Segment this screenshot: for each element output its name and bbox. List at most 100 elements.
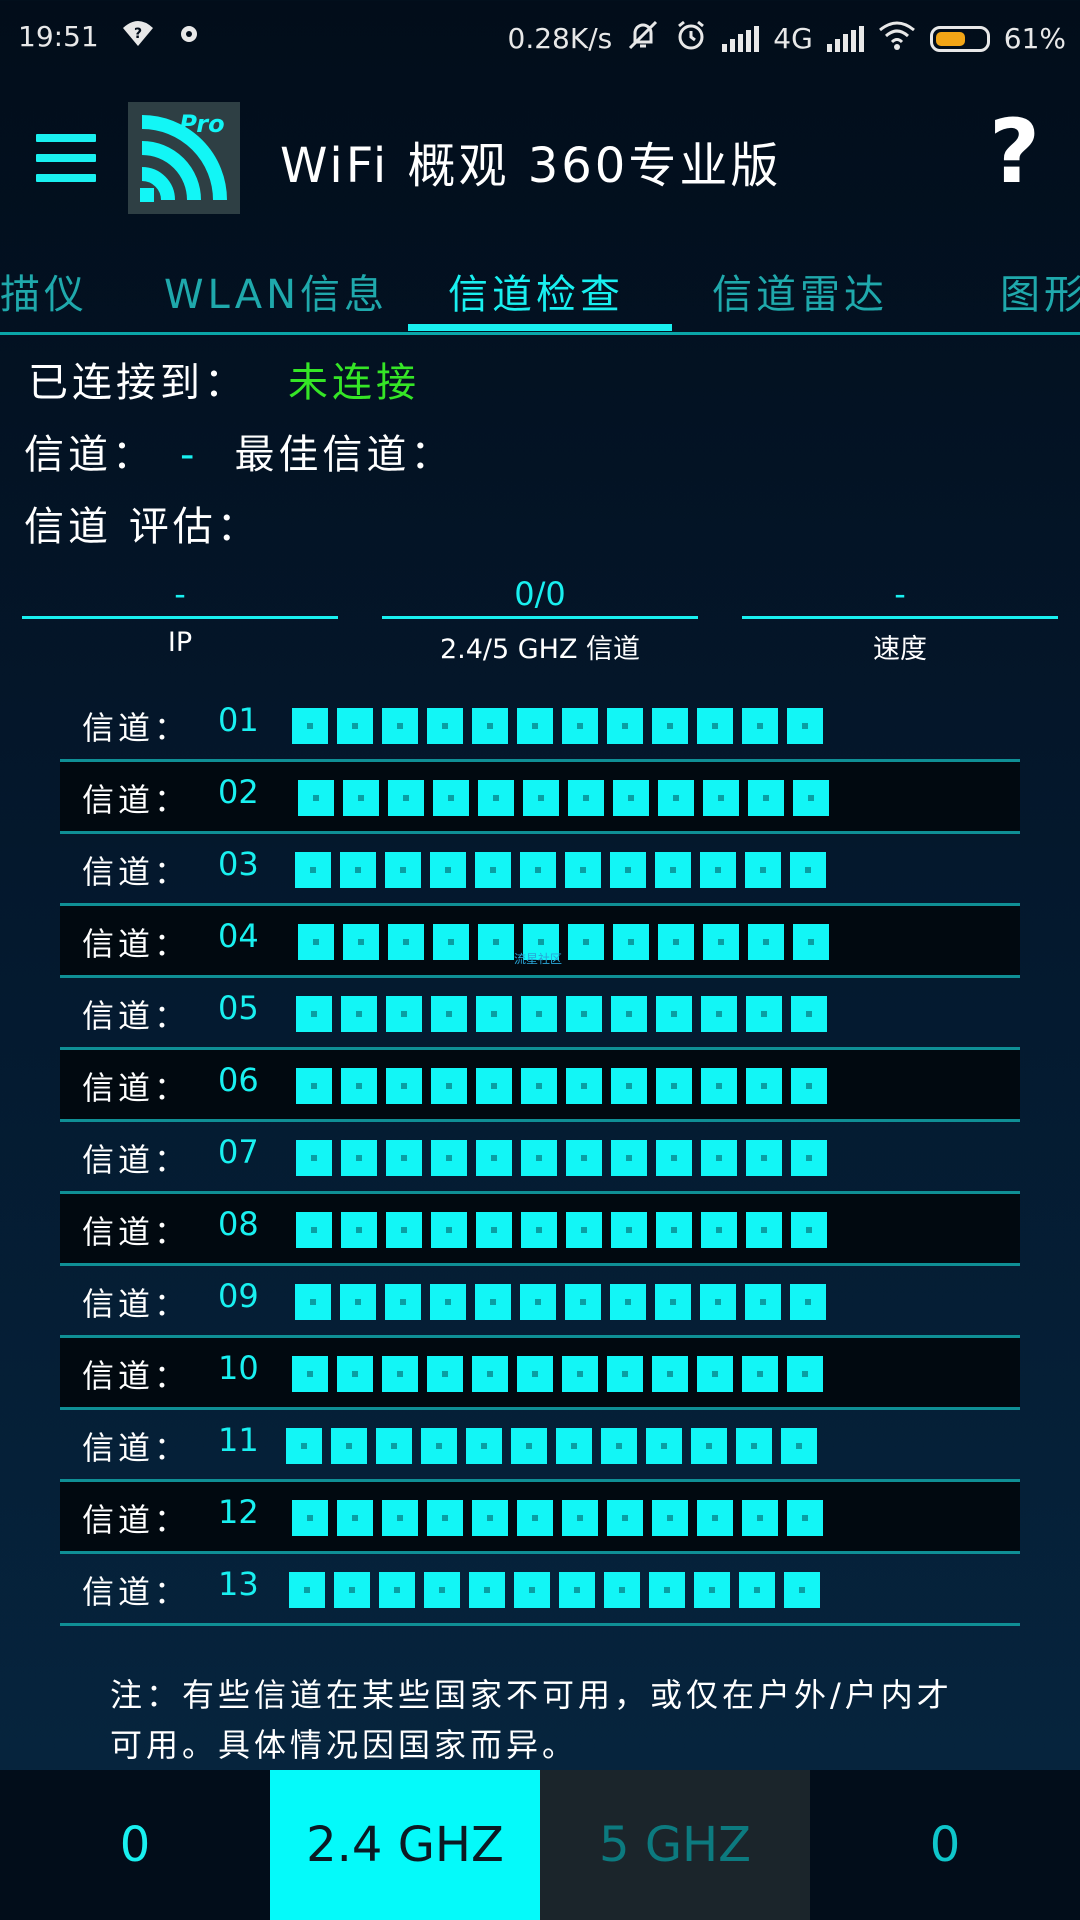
- channel-signal-blocks: [298, 924, 829, 960]
- tab-channel-radar[interactable]: 信道雷达: [712, 262, 888, 320]
- signal-block: [562, 1356, 598, 1392]
- channel-number: 01: [218, 701, 259, 739]
- channel-signal-blocks: [289, 1572, 820, 1608]
- signal-block: [607, 1500, 643, 1536]
- signal-block: [562, 1500, 598, 1536]
- signal-block: [431, 1140, 467, 1176]
- signal-block: [739, 1572, 775, 1608]
- hamburger-menu-icon[interactable]: [36, 134, 96, 182]
- signal-block: [334, 1572, 370, 1608]
- channel-signal-blocks: [286, 1428, 817, 1464]
- signal-block: [604, 1572, 640, 1608]
- app-logo: Pro: [128, 102, 240, 214]
- channel-signal-blocks: [296, 1140, 827, 1176]
- signal-block: [652, 1500, 688, 1536]
- channel-row: 信道： 12: [60, 1482, 1020, 1554]
- channel-row-label: 信道：: [82, 1213, 191, 1251]
- signal-block: [421, 1428, 457, 1464]
- signal-block: [385, 852, 421, 888]
- network-type: 4G: [773, 22, 813, 55]
- signal-block: [701, 1068, 737, 1104]
- connected-label: 已连接到：: [28, 360, 248, 406]
- signal-block: [646, 1428, 682, 1464]
- channel-signal-blocks: [298, 780, 829, 816]
- channel-row-label: 信道：: [82, 1141, 191, 1179]
- tab-wlan-info[interactable]: WLAN信息: [164, 262, 388, 320]
- channel-row: 信道： 04: [60, 906, 1020, 978]
- signal-block: [517, 708, 553, 744]
- channel-signal-blocks: [292, 1356, 823, 1392]
- channel-row-label: 信道：: [82, 709, 191, 747]
- active-tab-indicator: [408, 324, 672, 331]
- signal-block: [742, 1500, 778, 1536]
- channel-number: 05: [218, 989, 259, 1027]
- band-5-button[interactable]: 5 GHZ: [540, 1770, 810, 1920]
- channel-row: 信道： 09: [60, 1266, 1020, 1338]
- channel-signal-blocks: [296, 1068, 827, 1104]
- channel-rating-label: 信道 评估：: [24, 504, 261, 550]
- channel-row: 信道： 05: [60, 978, 1020, 1050]
- signal-block: [562, 708, 598, 744]
- signal-block: [701, 1212, 737, 1248]
- signal-block: [427, 1356, 463, 1392]
- signal-block: [521, 1140, 557, 1176]
- signal-block: [655, 1284, 691, 1320]
- tab-channel-check[interactable]: 信道检查: [448, 262, 624, 320]
- stat-channels-value: 0/0: [382, 572, 698, 619]
- help-icon[interactable]: ?: [989, 108, 1040, 196]
- signal-block: [748, 924, 784, 960]
- channel-number: 07: [218, 1133, 259, 1171]
- channel-row-label: 信道：: [82, 781, 191, 819]
- signal-block: [556, 1428, 592, 1464]
- signal-block: [613, 924, 649, 960]
- channel-number: 02: [218, 773, 259, 811]
- signal-block: [337, 708, 373, 744]
- stat-ip-label: IP: [167, 627, 193, 658]
- channel-number: 10: [218, 1349, 259, 1387]
- tab-bar: 描仪 WLAN信息 信道检查 信道雷达 图形: [0, 252, 1080, 335]
- signal-block: [472, 708, 508, 744]
- stat-ip-value: -: [22, 572, 338, 619]
- signal-block: [652, 708, 688, 744]
- signal-block: [656, 1212, 692, 1248]
- signal-block: [791, 1212, 827, 1248]
- signal-block: [476, 1068, 512, 1104]
- signal-block: [736, 1428, 772, 1464]
- battery-percent: 61%: [1003, 22, 1066, 55]
- signal-block: [601, 1428, 637, 1464]
- signal-block: [697, 708, 733, 744]
- channel-row: 信道： 11: [60, 1410, 1020, 1482]
- signal-block: [566, 1212, 602, 1248]
- channel-number: 03: [218, 845, 259, 883]
- signal-block: [296, 1140, 332, 1176]
- signal-block: [427, 708, 463, 744]
- signal-block: [746, 1140, 782, 1176]
- channel-row: 信道： 02: [60, 762, 1020, 834]
- signal-block: [292, 708, 328, 744]
- signal-block: [385, 1284, 421, 1320]
- signal-block: [382, 1500, 418, 1536]
- signal-block: [476, 1212, 512, 1248]
- battery-icon: [929, 25, 990, 52]
- stat-speed-label: 速度: [873, 634, 927, 665]
- signal-block: [466, 1428, 502, 1464]
- signal-block: [341, 996, 377, 1032]
- signal-block: [649, 1572, 685, 1608]
- tab-scanner[interactable]: 描仪: [0, 262, 88, 320]
- signal-block: [386, 1212, 422, 1248]
- signal-block: [431, 1212, 467, 1248]
- signal-block: [343, 924, 379, 960]
- signal-block: [611, 1140, 647, 1176]
- signal-block: [430, 852, 466, 888]
- watermark: 流星社区: [514, 952, 563, 966]
- channel-signal-blocks: [296, 996, 827, 1032]
- band-24-button[interactable]: 2.4 GHZ: [270, 1770, 540, 1920]
- signal-block: [475, 852, 511, 888]
- stat-ip: - IP: [22, 572, 338, 658]
- signal-block: [431, 996, 467, 1032]
- signal-block: [697, 1356, 733, 1392]
- signal-block: [520, 852, 556, 888]
- signal-block: [610, 1284, 646, 1320]
- signal-block: [433, 780, 469, 816]
- tab-graph[interactable]: 图形: [1000, 262, 1080, 320]
